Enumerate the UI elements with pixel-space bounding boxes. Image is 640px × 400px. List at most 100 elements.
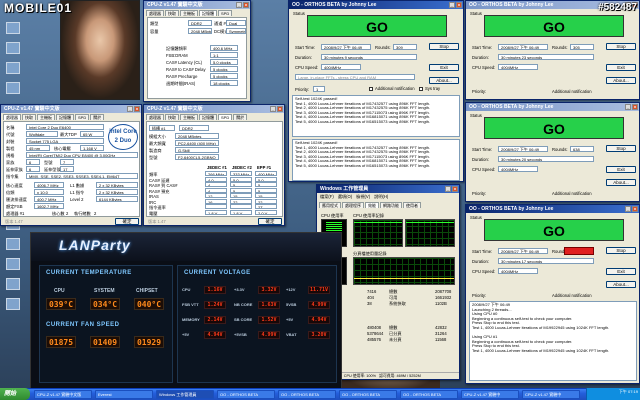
l1-inst-value: 2 x 32 KBytes xyxy=(96,189,138,195)
test-type-select[interactable]: Large, in-place FFTs - stress CPU and RA… xyxy=(295,74,415,80)
sys-tray-checkbox[interactable] xyxy=(419,87,423,91)
exit-button[interactable]: Exit xyxy=(606,64,636,71)
stop-button[interactable]: Stop xyxy=(606,145,636,152)
start-button[interactable]: 開始 xyxy=(0,388,30,400)
about-button[interactable]: About... xyxy=(606,179,636,186)
title-bar[interactable]: CPU-Z v1.47 實驗中文版 _ x xyxy=(1,105,141,113)
desktop-icon[interactable] xyxy=(6,298,20,310)
desktop-icon[interactable] xyxy=(6,62,20,74)
close-button[interactable]: x xyxy=(632,104,638,110)
taskbar-button[interactable]: OO - ORTHOS BETA xyxy=(400,390,458,399)
taskbar-button[interactable]: OO - ORTHOS BETA xyxy=(278,390,336,399)
ok-button[interactable]: 確定 xyxy=(115,218,139,225)
desktop-icon[interactable] xyxy=(6,258,20,270)
taskbar-button[interactable]: OO - ORTHOS BETA xyxy=(217,390,275,399)
jedec2-header: JEDEC #2 xyxy=(232,165,252,170)
priority-select[interactable]: 1 xyxy=(313,86,325,92)
close-button[interactable]: x xyxy=(456,2,462,8)
taskbar-button[interactable]: CPU-Z v1.47 實驗中 xyxy=(522,390,580,399)
tray-clock[interactable]: 下午 07:19 xyxy=(589,389,638,394)
desktop-icon[interactable] xyxy=(6,278,20,290)
close-button[interactable]: x xyxy=(134,106,140,112)
tab-mainboard[interactable]: 主機板 xyxy=(180,114,198,120)
stat-value: 42832 xyxy=(435,325,447,330)
exit-button[interactable]: Exit xyxy=(429,64,459,71)
menu-file[interactable]: 檔案(F) xyxy=(320,194,334,200)
tab-spd[interactable]: SPD xyxy=(218,114,233,120)
taskbar-button[interactable]: OO - ORTHOS BETA xyxy=(339,390,397,399)
minimize-button[interactable]: _ xyxy=(449,2,455,8)
taskbar-button[interactable]: Everest xyxy=(95,390,153,399)
log-pane-2[interactable]: Self-test 1024K passed! Test 1, 4000 Luc… xyxy=(292,139,460,181)
about-button[interactable]: About... xyxy=(606,281,636,288)
tab-networking[interactable]: 網路功能 xyxy=(380,202,402,208)
taskbar-button[interactable]: Windows 工作管理員 xyxy=(156,390,214,399)
tab-cpu[interactable]: 處理器 xyxy=(146,10,164,16)
tab-memory[interactable]: 記憶體 xyxy=(199,10,217,16)
title-bar[interactable]: CPU-Z v1.47 實驗中文版 _ x xyxy=(144,1,250,9)
desktop-icon[interactable] xyxy=(6,82,20,94)
close-button[interactable]: x xyxy=(632,206,638,212)
desktop-icon[interactable] xyxy=(6,22,20,34)
log-pane-1[interactable]: Self-test 1024K passed! Test 1, 4000 Luc… xyxy=(292,95,460,137)
about-button[interactable]: About... xyxy=(429,77,459,84)
tab-about[interactable]: 關於 xyxy=(90,114,105,120)
tab-spd[interactable]: SPD xyxy=(218,10,233,16)
tab-about[interactable]: 關於 xyxy=(233,114,248,120)
status-label: Status xyxy=(293,11,305,16)
taskbar-button[interactable]: CPU-Z v1.47 實驗中 xyxy=(461,390,519,399)
tab-performance[interactable]: 效能 xyxy=(365,202,379,208)
title-bar[interactable]: OO - ORTHOS BETA by Johnny Lee _ x xyxy=(466,205,639,213)
title-bar[interactable]: OO - ORTHOS BETA by Johnny Lee _ x xyxy=(289,1,463,9)
ok-button[interactable]: 確定 xyxy=(258,218,282,225)
title-bar[interactable]: OO - ORTHOS BETA by Johnny Lee _ x xyxy=(466,103,639,111)
additional-notification-label: Additional notification xyxy=(552,191,592,196)
menu-options[interactable]: 選項(O) xyxy=(338,194,352,200)
title-bar[interactable]: CPU-Z v1.47 實驗中文版 _ x xyxy=(144,105,284,113)
exit-button[interactable]: Exit xyxy=(606,166,636,173)
mobile01-logo: MOBILE01 xyxy=(4,1,73,15)
slot-select[interactable]: 插槽 #1 xyxy=(149,125,175,131)
close-button[interactable]: x xyxy=(452,186,458,192)
minimize-button[interactable]: _ xyxy=(236,2,242,8)
about-button[interactable]: About... xyxy=(606,77,636,84)
tab-cpu[interactable]: 處理器 xyxy=(146,114,164,120)
voltage-label: CPU xyxy=(182,287,191,292)
row-label: 模組大小 xyxy=(149,134,166,139)
tab-spd[interactable]: SPD xyxy=(75,114,90,120)
minimize-button[interactable]: _ xyxy=(270,106,276,112)
minimize-button[interactable]: _ xyxy=(127,106,133,112)
stop-button[interactable]: Stop xyxy=(606,43,636,50)
start-time-value: 2008/9/27 下午 06:49 xyxy=(498,146,548,152)
tab-mainboard[interactable]: 主機板 xyxy=(37,114,55,120)
exit-button[interactable]: Exit xyxy=(606,268,636,275)
minimize-button[interactable]: _ xyxy=(445,186,451,192)
tab-cache[interactable]: 快取 xyxy=(165,10,179,16)
minimize-button[interactable]: _ xyxy=(625,104,631,110)
menu-view[interactable]: 檢視(V) xyxy=(356,194,370,200)
core-voltage-value: 1.168 V xyxy=(80,145,104,151)
taskbar-button[interactable]: CPU-Z v1.47 實驗中文版 xyxy=(34,390,92,399)
desktop-icon[interactable] xyxy=(6,42,20,54)
desktop-icon[interactable] xyxy=(6,238,20,250)
tab-cpu[interactable]: 處理器 xyxy=(3,114,21,120)
tab-mainboard[interactable]: 主機板 xyxy=(180,10,198,16)
title-bar[interactable]: Windows 工作管理員 _ x xyxy=(317,185,459,193)
tab-memory[interactable]: 記憶體 xyxy=(56,114,74,120)
tab-cache[interactable]: 快取 xyxy=(22,114,36,120)
close-button[interactable]: x xyxy=(277,106,283,112)
log-pane[interactable]: 2008/9/27 下午 06:49 Launching 2 threads..… xyxy=(469,301,637,381)
tab-cache[interactable]: 快取 xyxy=(165,114,179,120)
stop-button[interactable]: Stop xyxy=(429,43,459,50)
tab-memory[interactable]: 記憶體 xyxy=(199,114,217,120)
menu-help[interactable]: 說明(H) xyxy=(374,194,388,200)
timing-cell: 5.0 xyxy=(255,176,277,182)
additional-notification-checkbox[interactable] xyxy=(369,87,373,91)
tab-processes[interactable]: 處理程序 xyxy=(342,202,364,208)
stop-button[interactable]: Stop xyxy=(606,247,636,254)
tab-applications[interactable]: 應用程式 xyxy=(319,202,341,208)
minimize-button[interactable]: _ xyxy=(625,206,631,212)
start-time-value: 2008/9/27 下午 06:49 xyxy=(498,44,548,50)
tab-users[interactable]: 使用者 xyxy=(403,202,421,208)
close-button[interactable]: x xyxy=(243,2,249,8)
